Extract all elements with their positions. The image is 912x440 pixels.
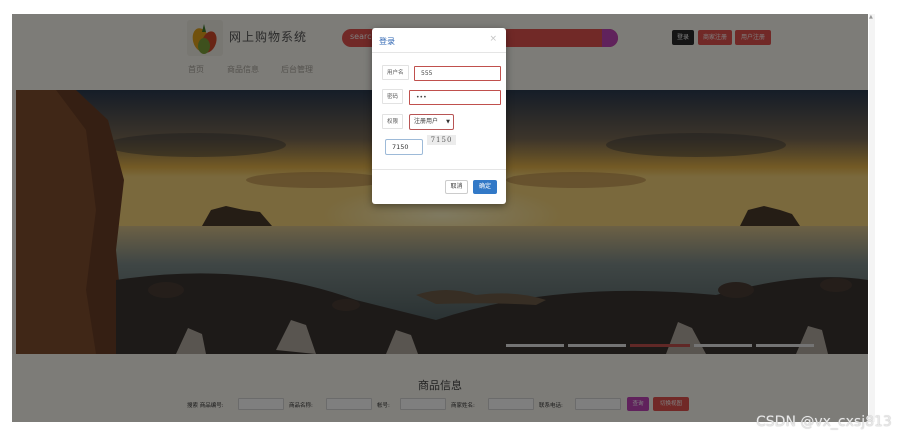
- confirm-button[interactable]: 确定: [473, 180, 497, 194]
- login-modal: 登录 × 用户名 555 密码 ••• 权限 注册用户 ▼ 7150 7150 …: [372, 28, 506, 204]
- modal-title: 登录: [379, 37, 395, 46]
- cancel-button[interactable]: 取消: [445, 180, 468, 194]
- captcha-image[interactable]: 7150: [427, 135, 456, 145]
- role-select-value: 注册用户: [414, 118, 439, 125]
- close-icon[interactable]: ×: [489, 34, 497, 44]
- password-label: 密码: [382, 89, 404, 104]
- captcha-field[interactable]: 7150: [385, 139, 423, 155]
- role-label: 权限: [382, 114, 404, 129]
- password-field[interactable]: •••: [409, 90, 501, 105]
- page: 网上购物系统 search 登录 商家注册 用户注册 首页 商品信息 后台管理: [0, 0, 912, 440]
- modal-footer-divider: [372, 169, 506, 170]
- chevron-down-icon: ▼: [446, 119, 450, 125]
- modal-header-divider: [372, 52, 506, 53]
- username-field[interactable]: 555: [414, 66, 501, 81]
- scroll-up-icon[interactable]: ▲: [869, 14, 873, 20]
- role-select[interactable]: 注册用户 ▼: [409, 114, 454, 130]
- page-scrollbar[interactable]: ▲: [869, 14, 875, 422]
- watermark: CSDN @vx_cxsj813: [756, 414, 892, 430]
- username-label: 用户名: [382, 65, 409, 80]
